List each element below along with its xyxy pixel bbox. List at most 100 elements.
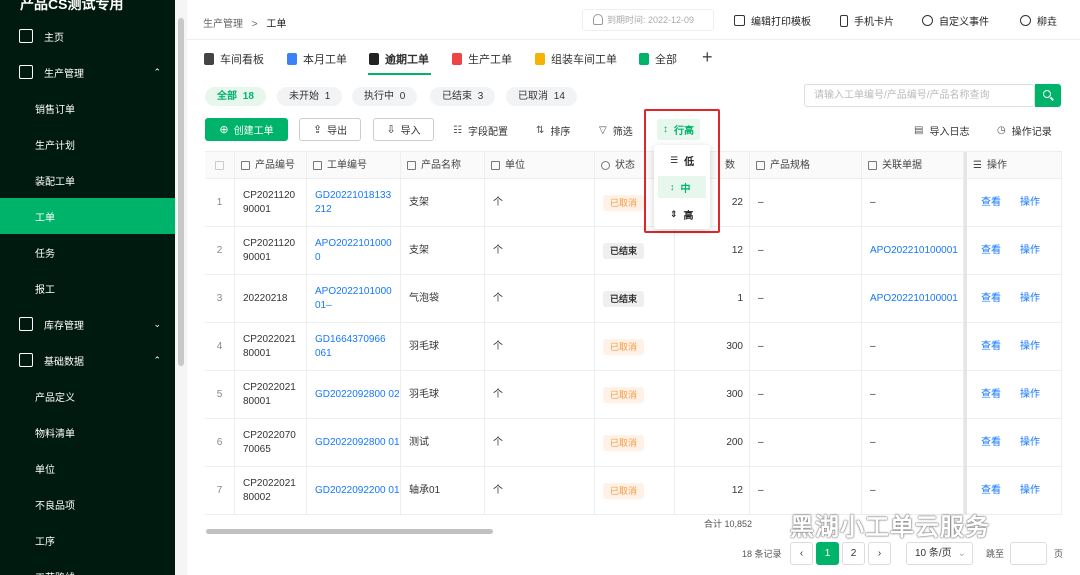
sidebar-item-14[interactable]: 工序 — [0, 522, 175, 558]
sidebar-item-3[interactable]: 生产计划 — [0, 126, 175, 162]
sidebar-item-label: 物料清单 — [35, 428, 75, 440]
sidebar-item-13[interactable]: 不良品项 — [0, 486, 175, 522]
row-height-low[interactable]: ☰ 低 — [658, 149, 706, 171]
col-product-name[interactable]: 产品名称 — [401, 152, 485, 179]
page-2-button[interactable]: 2 — [842, 542, 865, 565]
add-tab-button[interactable]: + — [702, 47, 713, 68]
sidebar-item-8[interactable]: 库存管理 ⌄ — [0, 306, 175, 342]
row-height-medium[interactable]: ↕ 中 — [658, 176, 706, 198]
sidebar-item-5[interactable]: 工单 — [0, 198, 175, 234]
table-horizontal-scrollbar[interactable] — [206, 529, 493, 534]
cell-idx: 4 — [205, 323, 235, 371]
cell-related[interactable]: APO202210100001 — [862, 227, 964, 275]
table-row[interactable]: 1 CP2021120 90001 GD20221018133 212 支架个已取消 2… — [205, 179, 1062, 227]
sort-button[interactable]: ⇅ 排序 — [536, 123, 570, 138]
sidebar-item-7[interactable]: 报工 — [0, 270, 175, 306]
view-link[interactable]: 查看 — [981, 388, 1001, 402]
col-unit[interactable]: 单位 — [485, 152, 595, 179]
action-link[interactable]: 操作 — [1020, 340, 1040, 354]
goto-page-input[interactable] — [1010, 542, 1047, 565]
field-config-label: 字段配置 — [467, 127, 508, 138]
cell-order_no[interactable]: GD20221018133 212 — [307, 179, 401, 227]
cell-name: 气泡袋 — [401, 275, 485, 323]
custom-event-button[interactable]: 自定义事件 — [922, 13, 989, 28]
sidebar-item-11[interactable]: 物料清单 — [0, 414, 175, 450]
cell-order_no[interactable]: APO2022101000 01– — [307, 275, 401, 323]
filter-not-started[interactable]: 未开始 1 — [277, 87, 343, 106]
filter-finished[interactable]: 已结束 3 — [430, 87, 496, 106]
table-row[interactable]: 2 CP2021120 90001 APO2022101000 0 支架个已结束 12–… — [205, 227, 1062, 275]
filter-button[interactable]: ▽ 筛选 — [599, 123, 633, 138]
cell-order_no[interactable]: APO2022101000 0 — [307, 227, 401, 275]
field-config-button[interactable]: ☷ 字段配置 — [453, 123, 508, 138]
tab-overdue-orders[interactable]: 逾期工单 — [369, 51, 429, 67]
row-height-high[interactable]: ⇕ 高 — [658, 203, 706, 225]
tab-workshop-board[interactable]: 车间看板 — [204, 51, 264, 67]
sidebar-item-0[interactable]: 主页 — [0, 18, 175, 54]
action-link[interactable]: 操作 — [1020, 484, 1040, 498]
breadcrumb-parent[interactable]: 生产管理 — [203, 19, 243, 30]
table-row[interactable]: 3 20220218 APO2022101000 01– 气泡袋个已结束 1– APO20… — [205, 275, 1062, 323]
view-link[interactable]: 查看 — [981, 292, 1001, 306]
table-row[interactable]: 4 CP2022021 80001 GD1664370966 061 羽毛球个已取消 3… — [205, 323, 1062, 371]
sidebar-scrollbar-thumb[interactable] — [178, 18, 184, 366]
edit-print-template-label: 编辑打印模板 — [751, 17, 811, 28]
col-order-no[interactable]: 工单编号 — [307, 152, 401, 179]
col-spec[interactable]: 产品规格 — [750, 152, 862, 179]
next-page-button[interactable]: › — [868, 542, 891, 565]
sidebar-item-1[interactable]: 生产管理 ⌃ — [0, 54, 175, 90]
view-link[interactable]: 查看 — [981, 196, 1001, 210]
sidebar-item-10[interactable]: 产品定义 — [0, 378, 175, 414]
tab-production-orders[interactable]: 生产工单 — [452, 51, 512, 67]
cell-order_no[interactable]: GD2022092200 01 — [307, 467, 401, 515]
col-related[interactable]: 关联单据 — [862, 152, 964, 179]
tab-monthly-orders[interactable]: 本月工单 — [287, 51, 347, 67]
import-button[interactable]: ⇩ 导入 — [373, 118, 434, 141]
export-button[interactable]: ⇪ 导出 — [299, 118, 361, 141]
table-row[interactable]: 5 CP2022021 80001 GD2022092800 02 羽毛球个已取消 30… — [205, 371, 1062, 419]
mobile-card-button[interactable]: 手机卡片 — [840, 13, 894, 28]
create-order-button[interactable]: ⊕ 创建工单 — [205, 118, 288, 141]
sidebar-item-15[interactable]: 工艺路线 — [0, 558, 175, 575]
view-link[interactable]: 查看 — [981, 484, 1001, 498]
sidebar-item-4[interactable]: 装配工单 — [0, 162, 175, 198]
import-log-button[interactable]: ▤ 导入日志 — [914, 123, 969, 138]
sidebar-item-9[interactable]: 基础数据 ⌃ — [0, 342, 175, 378]
page-1-button[interactable]: 1 — [816, 542, 839, 565]
user-menu[interactable]: 柳垚 — [1020, 13, 1057, 28]
view-link[interactable]: 查看 — [981, 340, 1001, 354]
action-link[interactable]: 操作 — [1020, 292, 1040, 306]
search-input[interactable]: 请输入工单编号/产品编号/产品名称查询 — [804, 84, 1035, 107]
action-link[interactable]: 操作 — [1020, 244, 1040, 258]
view-link[interactable]: 查看 — [981, 244, 1001, 258]
cell-order_no[interactable]: GD2022092800 02 — [307, 371, 401, 419]
prev-page-button[interactable]: ‹ — [790, 542, 813, 565]
cell-name: 羽毛球 — [401, 323, 485, 371]
select-all-checkbox[interactable] — [205, 152, 235, 179]
op-log-button[interactable]: ◷ 操作记录 — [997, 123, 1052, 138]
filter-all[interactable]: 全部 18 — [205, 87, 266, 106]
cell-idx: 7 — [205, 467, 235, 515]
cell-order_no[interactable]: GD2022092800 01 — [307, 419, 401, 467]
search-button[interactable] — [1035, 84, 1061, 107]
table-row[interactable]: 6 CP2022070 70065 GD2022092800 01 测试个已取消 200… — [205, 419, 1062, 467]
edit-print-template-button[interactable]: 编辑打印模板 — [734, 13, 811, 28]
action-link[interactable]: 操作 — [1020, 436, 1040, 450]
cell-order_no[interactable]: GD1664370966 061 — [307, 323, 401, 371]
sidebar-item-6[interactable]: 任务 — [0, 234, 175, 270]
action-link[interactable]: 操作 — [1020, 388, 1040, 402]
cell-related[interactable]: APO202210100001 — [862, 275, 964, 323]
page-size-select[interactable]: 10 条/页 ⌄ — [906, 542, 973, 565]
tab-label: 逾期工单 — [385, 54, 429, 66]
filter-in-progress[interactable]: 执行中 0 — [352, 87, 418, 106]
cell-unit: 个 — [485, 275, 595, 323]
cell-qty: 1 — [675, 275, 750, 323]
tab-assembly-orders[interactable]: 组装车间工单 — [535, 51, 617, 67]
tab-all[interactable]: 全部 — [639, 51, 677, 67]
col-product-no[interactable]: 产品编号 — [235, 152, 307, 179]
sidebar-item-2[interactable]: 销售订单 — [0, 90, 175, 126]
action-link[interactable]: 操作 — [1020, 196, 1040, 210]
sidebar-item-12[interactable]: 单位 — [0, 450, 175, 486]
view-link[interactable]: 查看 — [981, 436, 1001, 450]
filter-cancelled[interactable]: 已取消 14 — [506, 87, 577, 106]
